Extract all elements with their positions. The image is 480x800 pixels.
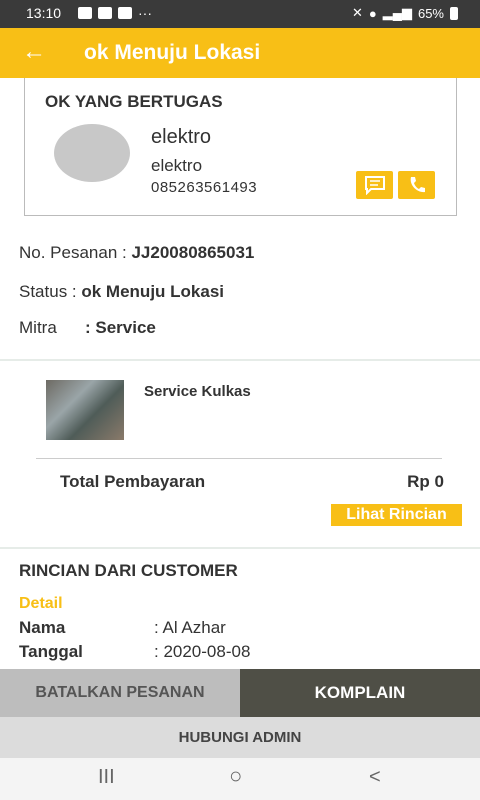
avatar (54, 124, 130, 182)
section-divider (0, 547, 480, 549)
customer-row: Tanggal : 2020-08-08 (19, 642, 250, 662)
customer-row: Nama : Al Azhar (19, 618, 226, 638)
signal-icon: ▂▄▆ (382, 5, 412, 20)
chat-button[interactable] (356, 171, 393, 199)
mute-icon: ✕ (351, 5, 363, 20)
order-mitra: Mitra : Service (19, 318, 156, 338)
order-status: Status : ok Menuju Lokasi (19, 282, 224, 302)
customer-row-value: : 2020-08-08 (154, 642, 251, 661)
page-title: ok Menuju Lokasi (84, 41, 261, 64)
system-nav-bar: III ○ < (0, 758, 480, 800)
customer-details-title: RINCIAN DARI CUSTOMER (19, 561, 238, 580)
order-status-value: ok Menuju Lokasi (81, 282, 225, 301)
complain-button[interactable]: KOMPLAIN (240, 669, 480, 717)
status-time: 13:10 (26, 5, 62, 21)
customer-row-label: Tanggal (19, 642, 83, 661)
back-icon[interactable]: < (369, 766, 381, 789)
chat-icon (364, 176, 385, 195)
battery-icon (450, 6, 458, 20)
worker-subname: elektro (151, 156, 203, 175)
customer-row-value: : Al Azhar (154, 618, 226, 637)
order-status-label: Status : (19, 282, 82, 301)
more-notifications-icon: ··· (138, 5, 152, 21)
app-notification-icon (98, 7, 112, 19)
app-bar: ← ok Menuju Lokasi (0, 28, 480, 78)
battery-level: 65% (417, 5, 444, 21)
item-divider (36, 458, 442, 459)
call-button[interactable] (398, 171, 435, 199)
order-number-label: No. Pesanan : (19, 243, 132, 262)
recent-apps-icon[interactable]: III (98, 766, 115, 789)
mitra-label: Mitra (19, 318, 57, 337)
service-thumbnail (46, 380, 124, 440)
detail-label: Detail (19, 595, 63, 612)
contact-admin-button[interactable]: HUBUNGI ADMIN (0, 717, 480, 758)
worker-phone: 085263561493 (151, 179, 258, 196)
status-bar: 13:10 ··· ✕ ● ▂▄▆ 65% (0, 0, 480, 28)
section-divider (0, 359, 480, 361)
notification-icons: ··· (78, 5, 152, 21)
total-payment-value: Rp 0 (407, 472, 444, 491)
customer-row-label: Nama (19, 618, 66, 637)
image-notification-icon (118, 7, 132, 19)
order-number-value: JJ20080865031 (131, 243, 255, 262)
location-icon: ● (368, 5, 377, 21)
phone-icon (410, 177, 425, 193)
view-details-button[interactable]: Lihat Rincian (331, 504, 462, 526)
order-number: No. Pesanan : JJ20080865031 (19, 243, 254, 263)
message-notification-icon (78, 7, 92, 19)
cancel-order-button[interactable]: BATALKAN PESANAN (0, 669, 240, 717)
home-icon[interactable]: ○ (229, 763, 242, 789)
mitra-value: : Service (85, 318, 156, 337)
back-arrow-icon[interactable]: ← (22, 38, 46, 66)
system-icons: ✕ ● ▂▄▆ 65% (352, 5, 458, 21)
worker-name: elektro (151, 126, 212, 148)
total-payment-label: Total Pembayaran (60, 472, 206, 491)
service-name: Service Kulkas (144, 383, 251, 400)
assigned-worker-card: OK YANG BERTUGAS elektro elektro 0852635… (24, 78, 457, 216)
card-title: OK YANG BERTUGAS (45, 92, 223, 111)
